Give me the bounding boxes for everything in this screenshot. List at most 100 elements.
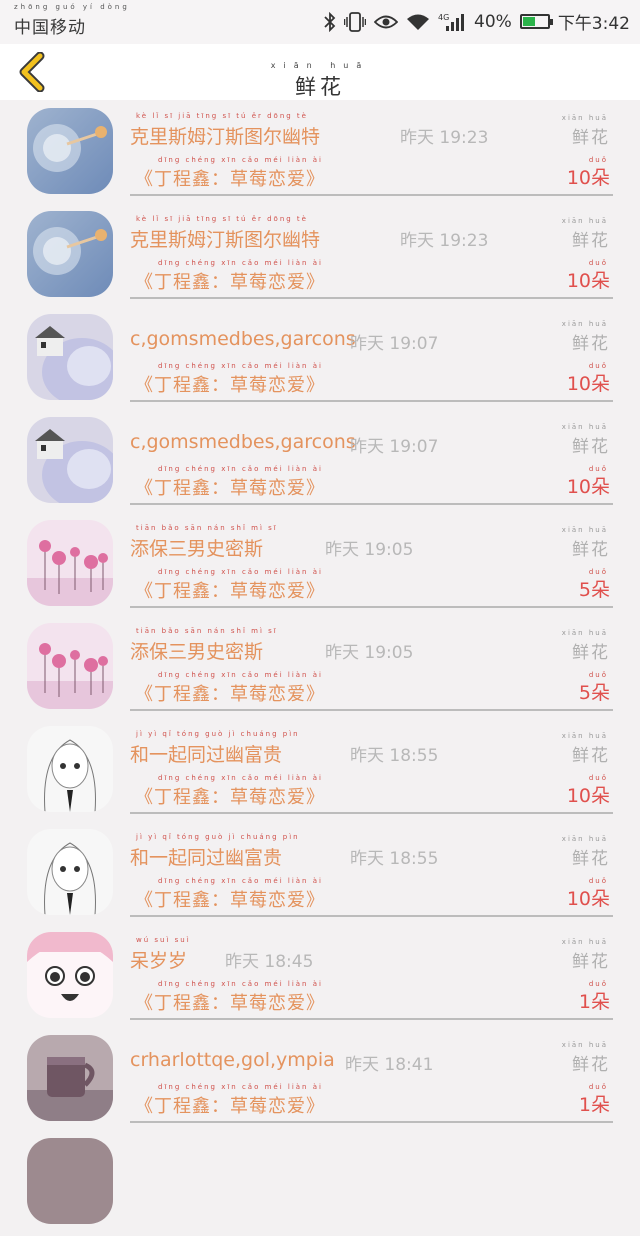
sender-name[interactable]: crharlottqe,gol,ympia	[130, 1049, 335, 1071]
row-divider	[130, 812, 613, 814]
gift-type-label: 鲜花	[572, 231, 610, 251]
avatar[interactable]	[27, 829, 113, 915]
signal-icon: 4G	[438, 12, 466, 32]
sender-name[interactable]: 和一起同过幽富贵	[130, 843, 282, 870]
gift-count: 10朵	[566, 270, 610, 292]
battery-percent: 40%	[474, 11, 512, 32]
row-divider	[130, 915, 613, 917]
gift-pinyin: dīng chéng xīn cǎo méi liàn ài	[158, 671, 323, 679]
gift-count: 10朵	[566, 785, 610, 807]
gift-type-label: 鲜花	[572, 540, 610, 560]
gift-type-label: 鲜花	[572, 128, 610, 148]
sender-name[interactable]: 克里斯姆汀斯图尔幽特	[130, 225, 320, 252]
avatar[interactable]	[27, 726, 113, 812]
gift-type-label: 鲜花	[572, 1055, 610, 1075]
name-pinyin: kè lǐ sī jiā tīng sī tú ěr dōng tè	[136, 215, 308, 223]
list-item[interactable]: jì yì qǐ tóng guò jì chuáng pìn 和一起同过幽富贵 昨…	[0, 721, 640, 824]
right-label-pinyin: xiān huā	[561, 629, 608, 637]
avatar[interactable]	[27, 108, 113, 194]
send-time: 昨天 18:41	[345, 1055, 434, 1075]
gift-count: 10朵	[566, 888, 610, 910]
gift-name: 《丁程鑫：草莓恋爱》	[135, 890, 325, 911]
send-time: 昨天 19:23	[400, 128, 489, 148]
right-label-pinyin: xiān huā	[561, 320, 608, 328]
gift-type-label: 鲜花	[572, 849, 610, 869]
gift-count: 5朵	[578, 579, 610, 601]
avatar[interactable]	[27, 1035, 113, 1121]
name-pinyin: kè lǐ sī jiā tīng sī tú ěr dōng tè	[136, 112, 308, 120]
network-type: 4G	[438, 13, 449, 22]
avatar[interactable]	[27, 211, 113, 297]
gift-count: 10朵	[566, 167, 610, 189]
row-divider	[130, 709, 613, 711]
gift-count: 5朵	[578, 682, 610, 704]
row-divider	[130, 297, 613, 299]
avatar[interactable]	[27, 932, 113, 1018]
clock: 下午3:42	[557, 14, 630, 34]
sender-name[interactable]: 呆岁岁	[130, 946, 187, 973]
list-item[interactable]: c,gomsmedbes,garcons 昨天 19:07 xiān huā 鲜花 dī…	[0, 309, 640, 412]
gift-count: 1朵	[578, 991, 610, 1013]
avatar[interactable]	[27, 314, 113, 400]
name-pinyin: tiān bǎo sān nán shǐ mì sī	[136, 627, 278, 635]
send-time: 昨天 19:07	[350, 437, 439, 457]
gift-count: 10朵	[566, 476, 610, 498]
row-divider	[130, 503, 613, 505]
gift-pinyin: dīng chéng xīn cǎo méi liàn ài	[158, 568, 323, 576]
list-item[interactable]: c,gomsmedbes,garcons 昨天 19:07 xiān huā 鲜花 dī…	[0, 412, 640, 515]
gift-name: 《丁程鑫：草莓恋爱》	[135, 272, 325, 293]
eye-icon	[374, 13, 399, 31]
gift-type-label: 鲜花	[572, 643, 610, 663]
list-item[interactable]: kè lǐ sī jiā tīng sī tú ěr dōng tè 克里斯姆汀斯…	[0, 206, 640, 309]
gift-pinyin: dīng chéng xīn cǎo méi liàn ài	[158, 1083, 323, 1091]
sender-name[interactable]: 添保三男史密斯	[130, 534, 263, 561]
gift-name: 《丁程鑫：草莓恋爱》	[135, 478, 325, 499]
vibrate-icon	[344, 11, 367, 32]
list-item[interactable]	[0, 1133, 640, 1236]
list-item[interactable]: jì yì qǐ tóng guò jì chuáng pìn 和一起同过幽富贵 昨…	[0, 824, 640, 927]
right-label-pinyin: xiān huā	[561, 526, 608, 534]
sender-name[interactable]: 和一起同过幽富贵	[130, 740, 282, 767]
send-time: 昨天 19:05	[325, 540, 414, 560]
sender-name[interactable]: c,gomsmedbes,garcons	[130, 328, 356, 350]
row-divider	[130, 1018, 613, 1020]
name-pinyin: tiān bǎo sān nán shǐ mì sī	[136, 524, 278, 532]
list-item[interactable]: crharlottqe,gol,ympia 昨天 18:41 xiān huā 鲜花 d…	[0, 1030, 640, 1133]
gift-count: 1朵	[578, 1094, 610, 1116]
page-title: 鲜花	[295, 75, 345, 99]
right-label-pinyin: xiān huā	[561, 732, 608, 740]
send-time: 昨天 19:07	[350, 334, 439, 354]
right-label-pinyin: xiān huā	[561, 938, 608, 946]
list-item[interactable]: tiān bǎo sān nán shǐ mì sī 添保三男史密斯 昨天 19:0…	[0, 515, 640, 618]
battery-icon	[519, 14, 553, 29]
list-item[interactable]: tiān bǎo sān nán shǐ mì sī 添保三男史密斯 昨天 19:0…	[0, 618, 640, 721]
gift-type-label: 鲜花	[572, 952, 610, 972]
gift-name: 《丁程鑫：草莓恋爱》	[135, 684, 325, 705]
list-item[interactable]: kè lǐ sī jiā tīng sī tú ěr dōng tè 克里斯姆汀斯…	[0, 103, 640, 206]
gift-name: 《丁程鑫：草莓恋爱》	[135, 993, 325, 1014]
avatar[interactable]	[27, 623, 113, 709]
gift-name: 《丁程鑫：草莓恋爱》	[135, 375, 325, 396]
send-time: 昨天 19:23	[400, 231, 489, 251]
gift-name: 《丁程鑫：草莓恋爱》	[135, 581, 325, 602]
row-divider	[130, 194, 613, 196]
row-divider	[130, 1121, 613, 1123]
avatar[interactable]	[27, 1138, 113, 1224]
sender-name[interactable]: c,gomsmedbes,garcons	[130, 431, 356, 453]
gift-type-label: 鲜花	[572, 334, 610, 354]
row-divider	[130, 606, 613, 608]
sender-name[interactable]: 添保三男史密斯	[130, 637, 263, 664]
gift-name: 《丁程鑫：草莓恋爱》	[135, 787, 325, 808]
gift-pinyin: dīng chéng xīn cǎo méi liàn ài	[158, 259, 323, 267]
right-label-pinyin: xiān huā	[561, 217, 608, 225]
send-time: 昨天 18:45	[225, 952, 314, 972]
gift-type-label: 鲜花	[572, 746, 610, 766]
avatar[interactable]	[27, 417, 113, 503]
right-label-pinyin: xiān huā	[561, 1041, 608, 1049]
avatar[interactable]	[27, 520, 113, 606]
page-title-pinyin: xiān huā	[270, 61, 370, 70]
sender-name[interactable]: 克里斯姆汀斯图尔幽特	[130, 122, 320, 149]
list-item[interactable]: wú suì suì 呆岁岁 昨天 18:45 xiān huā 鲜花 dīng chén…	[0, 927, 640, 1030]
gift-name: 《丁程鑫：草莓恋爱》	[135, 1096, 325, 1117]
send-time: 昨天 18:55	[350, 746, 439, 766]
